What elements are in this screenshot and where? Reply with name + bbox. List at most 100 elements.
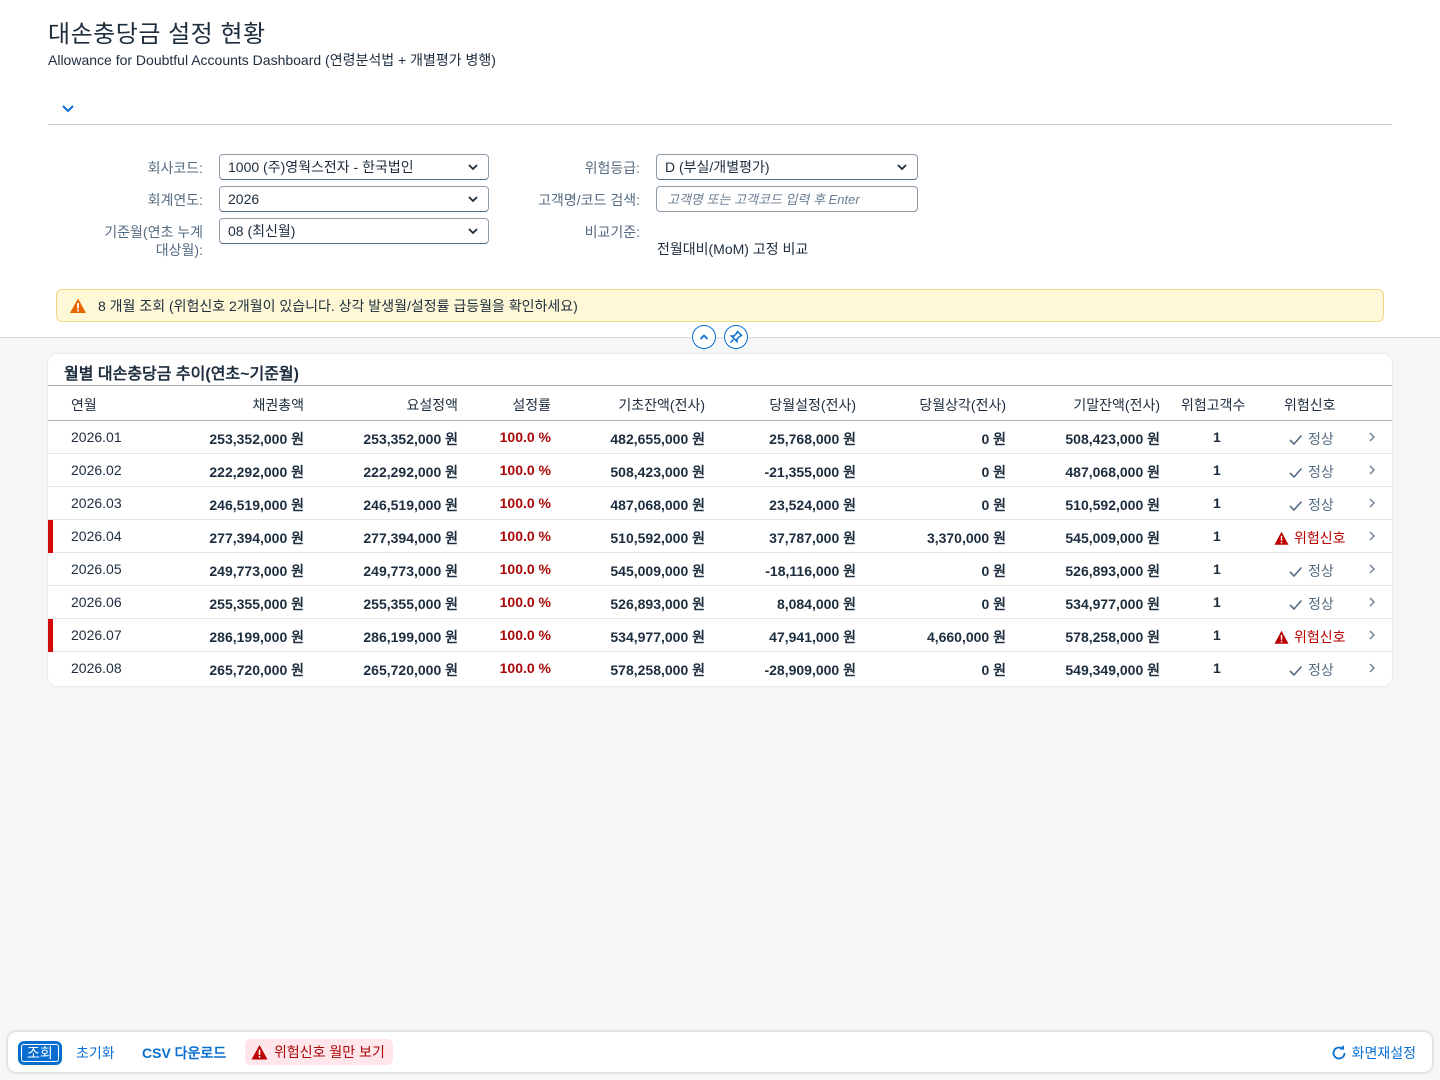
cell-rate: 100.0 % bbox=[499, 561, 551, 577]
cell-risk-signal: 정상 bbox=[1288, 495, 1334, 515]
chevron-down-icon[interactable] bbox=[58, 98, 78, 118]
cell-risk-signal: 위험신호 bbox=[1274, 528, 1346, 548]
refresh-layout-button[interactable]: 화면재설정 bbox=[1330, 1041, 1416, 1065]
risk-signal-label: 정상 bbox=[1308, 596, 1334, 612]
base-month-label-line2: 대상월): bbox=[155, 242, 203, 258]
cell-year-month: 2026.07 bbox=[71, 627, 122, 643]
warning-message-text: 8 개월 조회 (위험신호 2개월이 있습니다. 상각 발생월/설정률 급등월을… bbox=[98, 297, 578, 314]
cell-risk-count: 1 bbox=[1213, 627, 1221, 643]
cell-required: 249,773,000 원 bbox=[363, 563, 458, 579]
table-row[interactable]: 2026.01 253,352,000 원 253,352,000 원 100.0 %… bbox=[48, 421, 1392, 454]
chevron-right-icon[interactable] bbox=[1366, 497, 1378, 509]
cell-receivable: 265,720,000 원 bbox=[209, 662, 304, 678]
column-header-year-month[interactable]: 연월 bbox=[71, 395, 97, 415]
customer-search-input[interactable] bbox=[656, 186, 918, 212]
column-header-risk-count[interactable]: 위험고객수 bbox=[1181, 395, 1245, 415]
chevron-down-icon bbox=[468, 164, 478, 171]
cell-risk-signal: 정상 bbox=[1288, 462, 1334, 482]
cell-year-month: 2026.08 bbox=[71, 660, 122, 676]
check-icon bbox=[1289, 566, 1303, 577]
column-header-signal[interactable]: 위험신호 bbox=[1284, 395, 1336, 415]
chevron-down-icon bbox=[897, 164, 907, 171]
cell-opening: 510,592,000 원 bbox=[610, 530, 705, 546]
risk-signal-label: 정상 bbox=[1308, 431, 1334, 447]
cell-provision: 47,941,000 원 bbox=[769, 629, 856, 645]
cell-provision: 37,787,000 원 bbox=[769, 530, 856, 546]
collapse-header-button[interactable] bbox=[692, 325, 716, 349]
chevron-down-icon bbox=[468, 228, 478, 235]
cell-writeoff: 3,370,000 원 bbox=[926, 530, 1006, 546]
cell-rate: 100.0 % bbox=[499, 462, 551, 478]
cell-year-month: 2026.05 bbox=[71, 561, 122, 577]
risk-only-button[interactable]: 위험신호 월만 보기 bbox=[245, 1039, 393, 1065]
base-month-label: 기준월(연초 누계 대상월): bbox=[60, 223, 203, 259]
risk-signal-label: 정상 bbox=[1308, 497, 1334, 513]
pin-header-button[interactable] bbox=[724, 325, 748, 349]
chevron-right-icon[interactable] bbox=[1366, 662, 1378, 674]
table-row[interactable]: 2026.03 246,519,000 원 246,519,000 원 100.0 %… bbox=[48, 487, 1392, 520]
table-row[interactable]: 2026.04 277,394,000 원 277,394,000 원 100.0 %… bbox=[48, 520, 1392, 553]
risk-grade-select[interactable]: D (부실/개별평가) bbox=[656, 154, 918, 180]
cell-receivable: 222,292,000 원 bbox=[209, 464, 304, 480]
column-header-writeoff[interactable]: 당월상각(전사) bbox=[919, 395, 1006, 415]
header-divider bbox=[48, 124, 1392, 125]
table-title-divider bbox=[48, 385, 1392, 386]
alert-icon bbox=[251, 1044, 268, 1059]
cell-rate: 100.0 % bbox=[499, 429, 551, 445]
table-row[interactable]: 2026.02 222,292,000 원 222,292,000 원 100.0 %… bbox=[48, 454, 1392, 487]
column-header-provision[interactable]: 당월설정(전사) bbox=[769, 395, 856, 415]
cell-risk-count: 1 bbox=[1213, 528, 1221, 544]
cell-rate: 100.0 % bbox=[499, 528, 551, 544]
company-code-value: 1000 (주)영웍스전자 - 한국법인 bbox=[228, 159, 414, 175]
page-subtitle: Allowance for Doubtful Accounts Dashboar… bbox=[48, 52, 496, 68]
cell-writeoff: 0 원 bbox=[981, 596, 1006, 612]
cell-provision: 25,768,000 원 bbox=[769, 431, 856, 447]
cell-risk-signal: 정상 bbox=[1288, 660, 1334, 680]
column-header-closing[interactable]: 기말잔액(전사) bbox=[1073, 395, 1160, 415]
company-code-select[interactable]: 1000 (주)영웍스전자 - 한국법인 bbox=[219, 154, 489, 180]
fiscal-year-select[interactable]: 2026 bbox=[219, 186, 489, 212]
reset-button[interactable]: 초기화 bbox=[76, 1041, 115, 1065]
cell-writeoff: 0 원 bbox=[981, 662, 1006, 678]
refresh-layout-label: 화면재설정 bbox=[1351, 1045, 1416, 1061]
cell-receivable: 255,355,000 원 bbox=[209, 596, 304, 612]
cell-required: 265,720,000 원 bbox=[363, 662, 458, 678]
table-row[interactable]: 2026.05 249,773,000 원 249,773,000 원 100.0 %… bbox=[48, 553, 1392, 586]
chevron-right-icon[interactable] bbox=[1366, 464, 1378, 476]
cell-opening: 534,977,000 원 bbox=[610, 629, 705, 645]
chevron-right-icon[interactable] bbox=[1366, 563, 1378, 575]
cell-writeoff: 4,660,000 원 bbox=[926, 629, 1006, 645]
cell-risk-count: 1 bbox=[1213, 429, 1221, 445]
risk-only-label: 위험신호 월만 보기 bbox=[274, 1044, 385, 1060]
company-code-label: 회사코드: bbox=[147, 160, 203, 176]
base-month-select[interactable]: 08 (최신월) bbox=[219, 218, 489, 244]
row-alert-indicator bbox=[48, 520, 53, 553]
cell-receivable: 286,199,000 원 bbox=[209, 629, 304, 645]
column-header-rate[interactable]: 설정률 bbox=[512, 395, 551, 415]
column-header-opening[interactable]: 기초잔액(전사) bbox=[618, 395, 705, 415]
table-row[interactable]: 2026.06 255,355,000 원 255,355,000 원 100.0 %… bbox=[48, 586, 1392, 619]
chevron-right-icon[interactable] bbox=[1366, 596, 1378, 608]
cell-rate: 100.0 % bbox=[499, 495, 551, 511]
cell-rate: 100.0 % bbox=[499, 660, 551, 676]
cell-writeoff: 0 원 bbox=[981, 431, 1006, 447]
chevron-right-icon[interactable] bbox=[1366, 530, 1378, 542]
pin-icon bbox=[729, 330, 743, 344]
page-title: 대손충당금 설정 현황 bbox=[48, 21, 266, 48]
column-header-required[interactable]: 요설정액 bbox=[406, 395, 458, 415]
check-icon bbox=[1289, 599, 1303, 610]
check-icon bbox=[1289, 665, 1303, 676]
cell-receivable: 246,519,000 원 bbox=[209, 497, 304, 513]
table-row[interactable]: 2026.08 265,720,000 원 265,720,000 원 100.0 %… bbox=[48, 652, 1392, 685]
cell-closing: 549,349,000 원 bbox=[1065, 662, 1160, 678]
cell-opening: 526,893,000 원 bbox=[610, 596, 705, 612]
search-button[interactable]: 조회 bbox=[18, 1041, 62, 1065]
risk-grade-value: D (부실/개별평가) bbox=[665, 159, 770, 175]
cell-closing: 510,592,000 원 bbox=[1065, 497, 1160, 513]
column-header-receivable[interactable]: 채권총액 bbox=[252, 395, 304, 415]
chevron-right-icon[interactable] bbox=[1366, 431, 1378, 443]
chevron-right-icon[interactable] bbox=[1366, 629, 1378, 641]
table-row[interactable]: 2026.07 286,199,000 원 286,199,000 원 100.0 %… bbox=[48, 619, 1392, 652]
chevron-down-icon bbox=[468, 196, 478, 203]
csv-download-button[interactable]: CSV 다운로드 bbox=[142, 1041, 226, 1065]
